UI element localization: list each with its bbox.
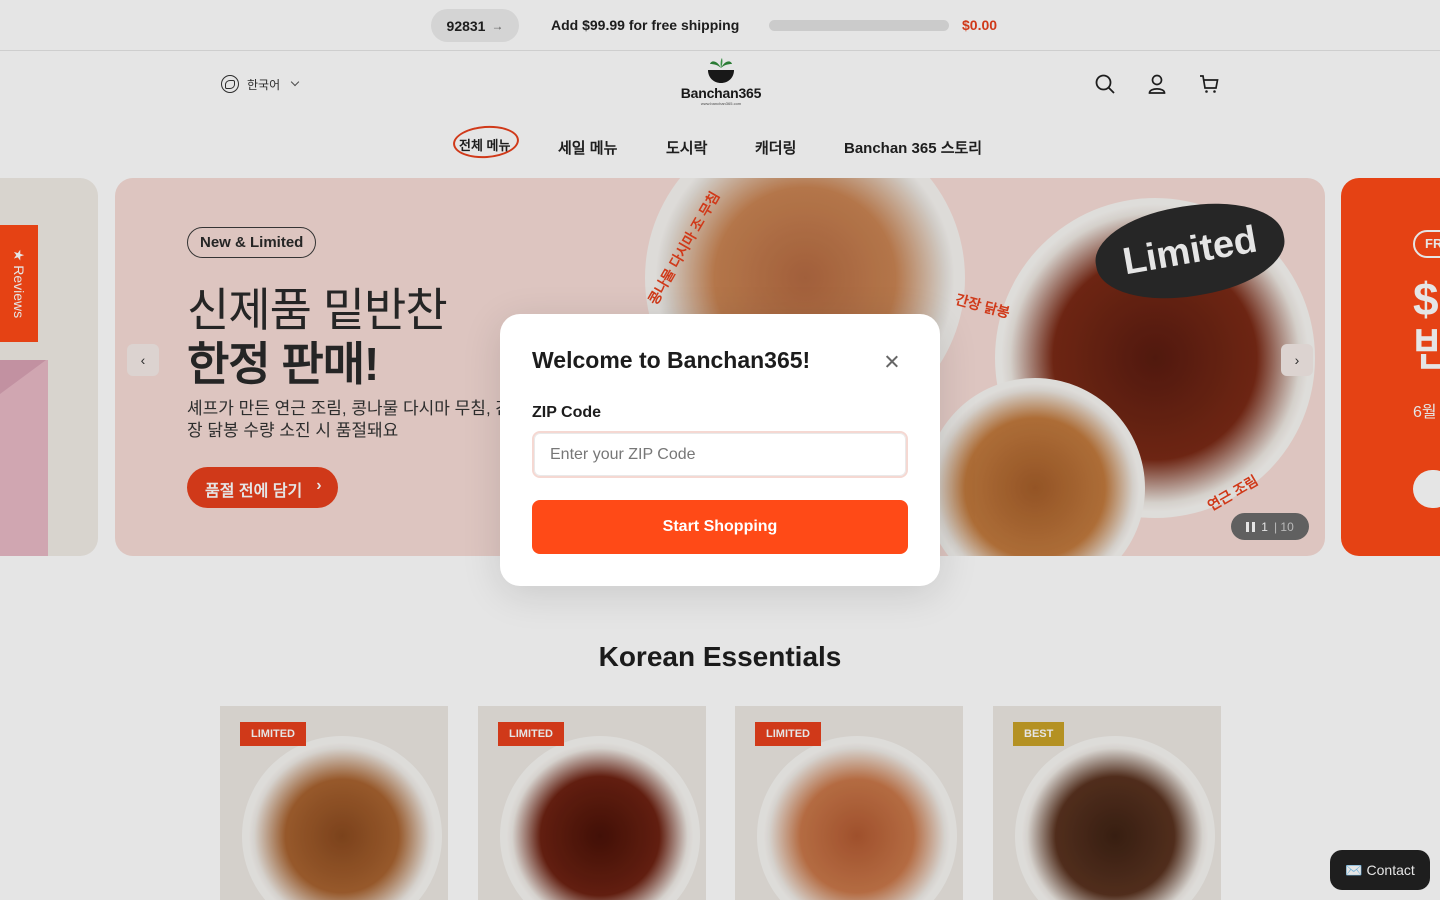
close-icon[interactable] bbox=[882, 352, 902, 372]
zip-modal: Welcome to Banchan365! ZIP Code Start Sh… bbox=[500, 314, 940, 586]
start-shopping-button[interactable]: Start Shopping bbox=[532, 500, 908, 554]
modal-title: Welcome to Banchan365! bbox=[532, 347, 811, 373]
zip-input[interactable] bbox=[532, 431, 908, 478]
zip-label: ZIP Code bbox=[532, 404, 602, 421]
